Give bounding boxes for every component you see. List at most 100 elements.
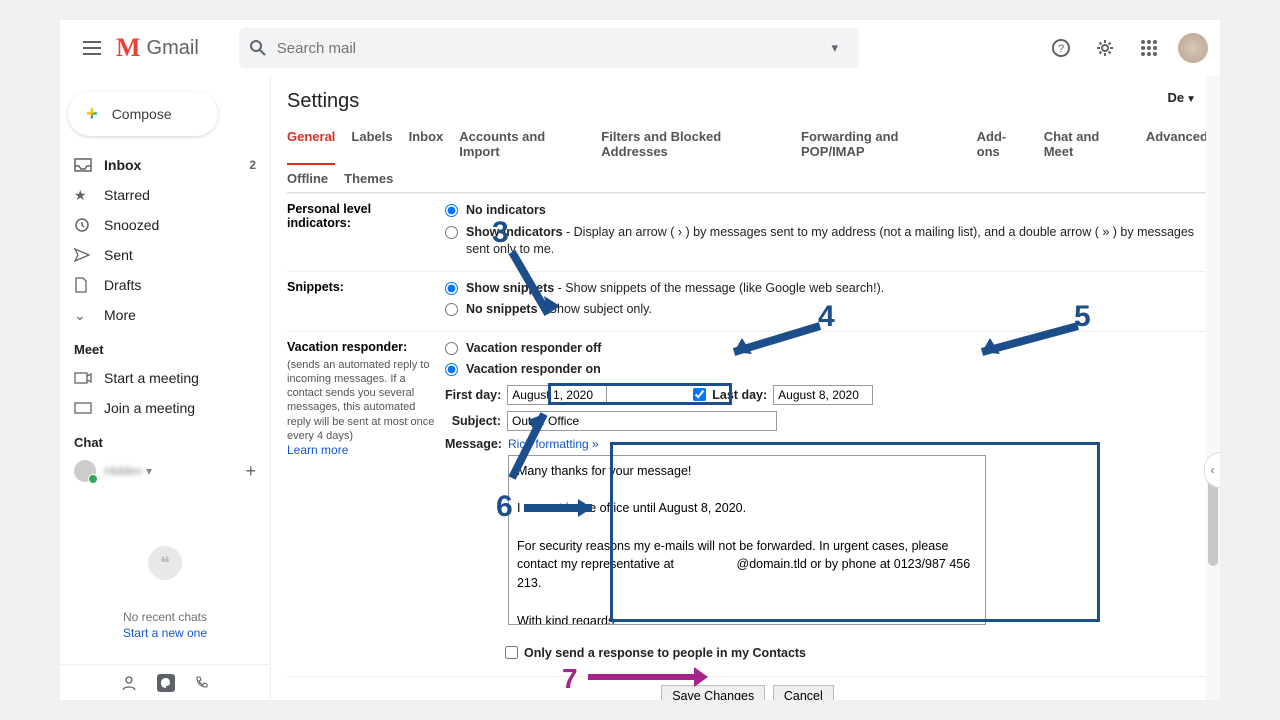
only-contacts-checkbox[interactable] [505, 646, 518, 659]
send-icon [74, 248, 104, 262]
arrow-5 [968, 322, 1088, 362]
last-day-label: Last day: [712, 388, 767, 402]
annotation-3: 3 [492, 216, 509, 250]
arrow-6b [520, 498, 610, 518]
settings-gear-icon[interactable] [1090, 33, 1120, 63]
page-title: Settings [287, 90, 1208, 113]
gmail-logo: M Gmail [116, 33, 199, 63]
hangouts-empty-text: No recent chats [60, 610, 270, 624]
apps-grid-icon[interactable] [1134, 33, 1164, 63]
chevron-down-icon[interactable]: ▾ [146, 464, 152, 478]
sidebar-item-label: Start a meeting [104, 370, 199, 386]
subject-label: Subject: [445, 414, 501, 428]
tab-accounts[interactable]: Accounts and Import [459, 123, 585, 165]
search-bar[interactable]: ▾ [239, 28, 859, 68]
opt-desc: - Show snippets of the message (like Goo… [554, 281, 884, 295]
tab-filters[interactable]: Filters and Blocked Addresses [601, 123, 785, 165]
tab-advanced[interactable]: Advanced [1146, 123, 1208, 165]
annotation-7: 7 [562, 663, 578, 695]
chat-user-row[interactable]: Hidden ▾ + [60, 456, 270, 486]
chat-header: Chat [60, 423, 270, 456]
chat-username: Hidden [104, 464, 142, 478]
search-icon [249, 39, 277, 57]
opt-desc: - Display an arrow ( › ) by messages sen… [466, 225, 1194, 257]
language-picker[interactable]: De▼ [1167, 90, 1196, 105]
first-day-input[interactable] [507, 385, 607, 405]
menu-button[interactable] [72, 28, 112, 68]
tab-addons[interactable]: Add-ons [977, 123, 1028, 165]
tab-inbox[interactable]: Inbox [409, 123, 444, 165]
inbox-count: 2 [249, 158, 256, 172]
compose-button[interactable]: + Compose [68, 92, 218, 136]
tab-labels[interactable]: Labels [351, 123, 392, 165]
sidebar-item-starred[interactable]: ★Starred [60, 180, 270, 210]
opt-text: No indicators [466, 203, 546, 217]
tab-forwarding[interactable]: Forwarding and POP/IMAP [801, 123, 961, 165]
radio-no-snippets[interactable] [445, 303, 458, 316]
arrow-6a [504, 406, 554, 486]
annotation-6: 6 [496, 490, 513, 524]
personal-level-label: Personal level indicators: [287, 202, 445, 263]
meet-header: Meet [60, 330, 270, 363]
sidebar-item-label: Inbox [104, 157, 141, 173]
sidebar-item-label: Snoozed [104, 217, 159, 233]
sidebar-item-label: Join a meeting [104, 400, 195, 416]
sidebar-item-snoozed[interactable]: Snoozed [60, 210, 270, 240]
hangouts-tab-icon[interactable] [157, 674, 175, 692]
arrow-4 [720, 322, 830, 362]
sidebar-item-sent[interactable]: Sent [60, 240, 270, 270]
file-icon [74, 277, 104, 293]
gmail-m-icon: M [116, 33, 141, 63]
hangouts-empty: ❝ No recent chats Start a new one [60, 546, 270, 640]
phone-icon[interactable] [195, 676, 209, 690]
radio-show-indicators[interactable] [445, 226, 458, 239]
account-avatar[interactable] [1178, 33, 1208, 63]
snippets-label: Snippets: [287, 280, 445, 323]
start-meeting[interactable]: Start a meeting [60, 363, 270, 393]
opt-text: Vacation responder off [466, 340, 601, 358]
chevron-down-icon: ⌄ [74, 307, 104, 324]
scrollbar[interactable] [1206, 76, 1220, 700]
app-name: Gmail [147, 37, 199, 60]
support-icon[interactable]: ? [1046, 33, 1076, 63]
radio-no-indicators[interactable] [445, 204, 458, 217]
vacation-label: Vacation responder: (sends an automated … [287, 340, 445, 668]
svg-text:?: ? [1058, 43, 1064, 55]
tab-offline[interactable]: Offline [287, 165, 328, 192]
star-icon: ★ [74, 187, 104, 204]
clock-icon [74, 217, 104, 233]
arrow-3 [508, 248, 558, 328]
sidebar-item-more[interactable]: ⌄More [60, 300, 270, 330]
hangouts-start-link[interactable]: Start a new one [60, 626, 270, 640]
sidebar-item-label: More [104, 307, 136, 323]
tab-general[interactable]: General [287, 123, 335, 165]
radio-vacation-on[interactable] [445, 363, 458, 376]
contacts-icon[interactable] [121, 675, 137, 691]
last-day-checkbox[interactable] [693, 388, 706, 401]
only-contacts-label: Only send a response to people in my Con… [524, 646, 806, 660]
vacation-help: (sends an automated reply to incoming me… [287, 358, 437, 444]
cancel-button[interactable]: Cancel [773, 685, 834, 701]
opt-text: Vacation responder on [466, 361, 601, 379]
chevron-down-icon: ▼ [1186, 94, 1196, 105]
tab-themes[interactable]: Themes [344, 165, 393, 192]
last-day-input[interactable] [773, 385, 873, 405]
hangouts-icon: ❝ [148, 546, 182, 580]
new-chat-button[interactable]: + [245, 461, 256, 482]
message-textarea[interactable] [508, 455, 986, 625]
join-meeting[interactable]: Join a meeting [60, 393, 270, 423]
plus-icon: + [86, 103, 98, 126]
learn-more-link[interactable]: Learn more [287, 443, 348, 457]
inbox-icon [74, 158, 104, 172]
radio-vacation-off[interactable] [445, 342, 458, 355]
radio-show-snippets[interactable] [445, 282, 458, 295]
sidebar-item-label: Drafts [104, 277, 141, 293]
sidebar-item-inbox[interactable]: Inbox 2 [60, 150, 270, 180]
tab-chatmeet[interactable]: Chat and Meet [1044, 123, 1130, 165]
video-icon [74, 372, 104, 384]
sidebar-item-drafts[interactable]: Drafts [60, 270, 270, 300]
compose-label: Compose [112, 106, 172, 122]
sidebar-item-label: Starred [104, 187, 150, 203]
search-input[interactable] [277, 40, 821, 57]
search-options-icon[interactable]: ▾ [821, 40, 849, 56]
